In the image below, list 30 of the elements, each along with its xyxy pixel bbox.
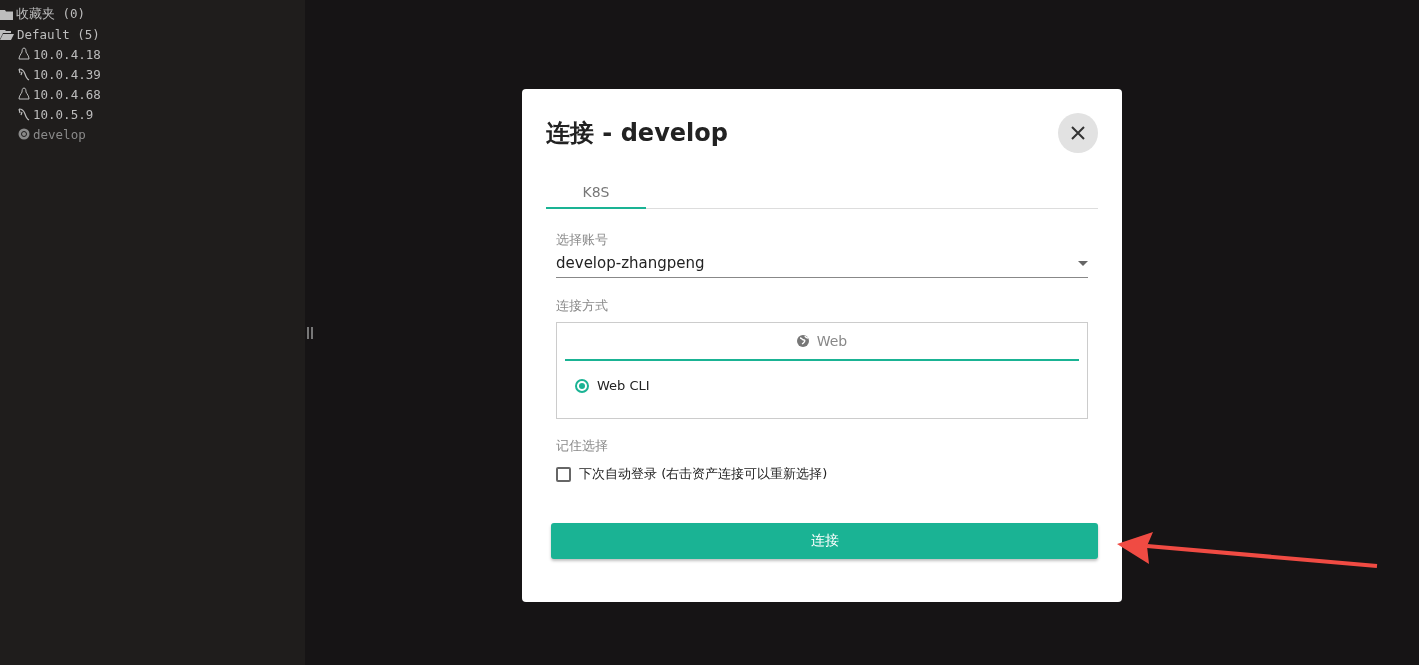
tree-item[interactable]: 10.0.5.9 bbox=[33, 106, 94, 122]
tree-item[interactable]: 10.0.4.39 bbox=[33, 66, 101, 82]
open-folder-icon[interactable] bbox=[0, 28, 14, 40]
tree-item[interactable]: 收藏夹 (0) bbox=[16, 5, 86, 23]
close-icon bbox=[1071, 126, 1085, 140]
field-label: 连接方式 bbox=[556, 297, 609, 315]
caret-icon bbox=[1078, 260, 1088, 266]
globe-icon bbox=[796, 335, 809, 347]
feather-icon bbox=[18, 67, 30, 81]
radio-button[interactable] bbox=[575, 378, 589, 393]
tab[interactable]: K8S bbox=[546, 177, 646, 209]
checkbox-label: 下次自动登录 (右击资产连接可以重新选择) bbox=[579, 465, 828, 483]
dialog-title: 连接 - develop bbox=[546, 118, 728, 149]
account-select[interactable]: develop-zhangpeng bbox=[556, 249, 1088, 278]
wheel-icon bbox=[18, 128, 30, 140]
field-label: 记住选择 bbox=[556, 437, 609, 455]
option-label: Web CLI bbox=[597, 378, 650, 393]
tree-item[interactable]: 10.0.4.68 bbox=[33, 86, 101, 102]
tree-item[interactable]: develop bbox=[33, 126, 86, 142]
penguin-icon bbox=[18, 47, 30, 61]
checkbox[interactable] bbox=[556, 466, 571, 482]
penguin-icon bbox=[18, 87, 30, 101]
close-button[interactable] bbox=[1058, 113, 1098, 153]
feather-icon bbox=[18, 107, 30, 121]
tree-item[interactable]: 10.0.4.18 bbox=[33, 46, 101, 62]
field-label: 选择账号 bbox=[556, 231, 609, 249]
tree-item[interactable]: Default (5) bbox=[17, 26, 100, 42]
resize-handle-icon[interactable] bbox=[307, 326, 313, 339]
tab[interactable]: Web bbox=[565, 323, 1079, 361]
folder-icon[interactable] bbox=[0, 8, 13, 20]
